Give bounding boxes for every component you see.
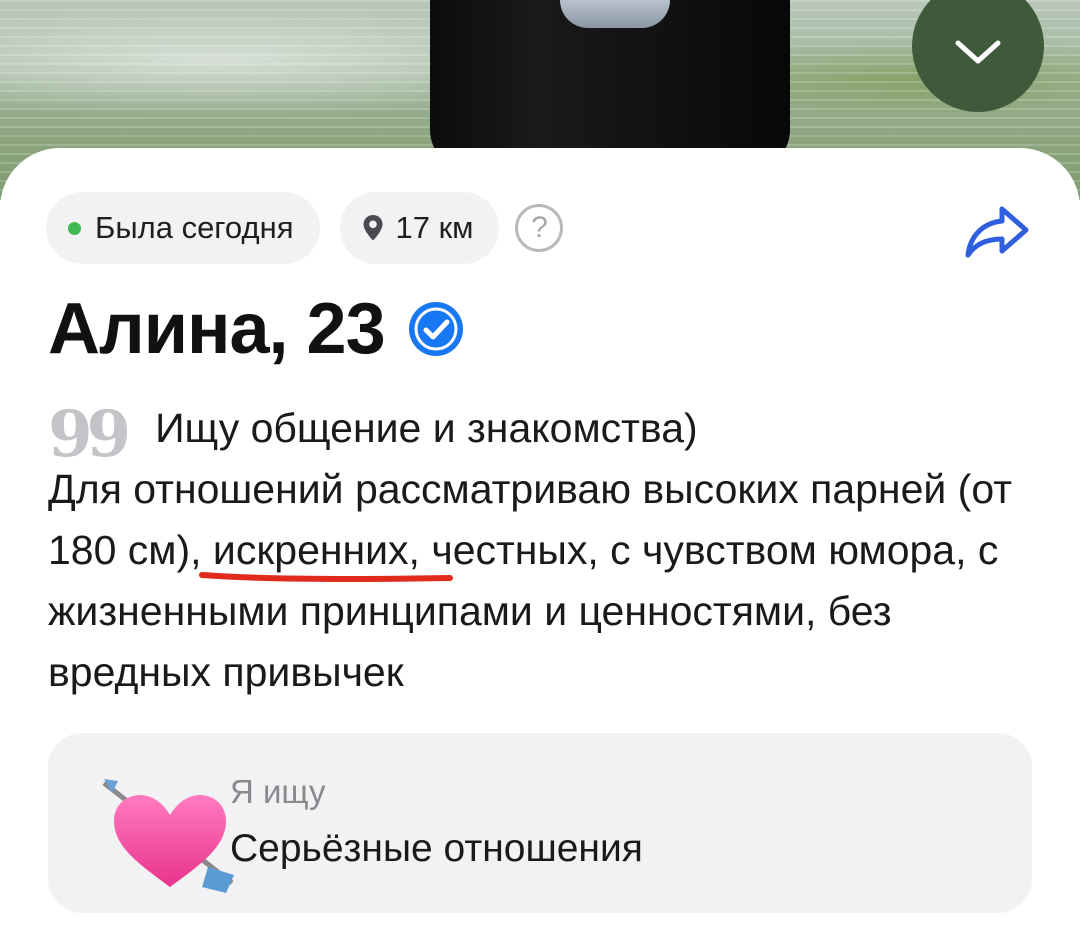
bio-text-after: , искренних, честных, с чувством юмора, … <box>48 527 999 695</box>
profile-bio: 99 Ищу общение и знакомства) Для отношени… <box>48 398 1038 703</box>
bio-first-line: Ищу общение и знакомства) <box>155 405 698 451</box>
name-row: Алина, 23 <box>48 288 465 370</box>
question-circle-icon[interactable]: ? <box>515 204 564 252</box>
distance-chip[interactable]: 17 км <box>339 192 500 264</box>
bio-text-before: Для отношений рассматриваю высоких парне… <box>48 466 958 512</box>
red-underline-mark <box>199 572 453 582</box>
share-arrow-icon[interactable] <box>962 203 1030 259</box>
online-status-label: Была сегодня <box>95 210 294 245</box>
looking-for-value: Серьёзные отношения <box>230 827 643 870</box>
location-pin-icon <box>362 214 384 242</box>
heart-with-arrow-icon <box>102 779 234 893</box>
quote-icon: 99 <box>48 397 131 472</box>
distance-label: 17 км <box>395 210 474 245</box>
profile-screen: Была сегодня 17 км ? Алина, 23 99 Ищу об… <box>0 0 1080 940</box>
online-status-chip: Была сегодня <box>46 192 320 264</box>
profile-name-age: Алина, 23 <box>48 289 386 369</box>
status-row: Была сегодня 17 км ? <box>46 192 564 264</box>
online-dot-icon <box>68 221 81 235</box>
chevron-down-icon <box>955 40 1001 64</box>
looking-for-card: Я ищу Серьёзные отношения <box>48 733 1032 913</box>
looking-for-label: Я ищу <box>230 773 326 810</box>
verified-check-icon[interactable] <box>407 300 465 358</box>
photo-shirt <box>560 0 670 28</box>
